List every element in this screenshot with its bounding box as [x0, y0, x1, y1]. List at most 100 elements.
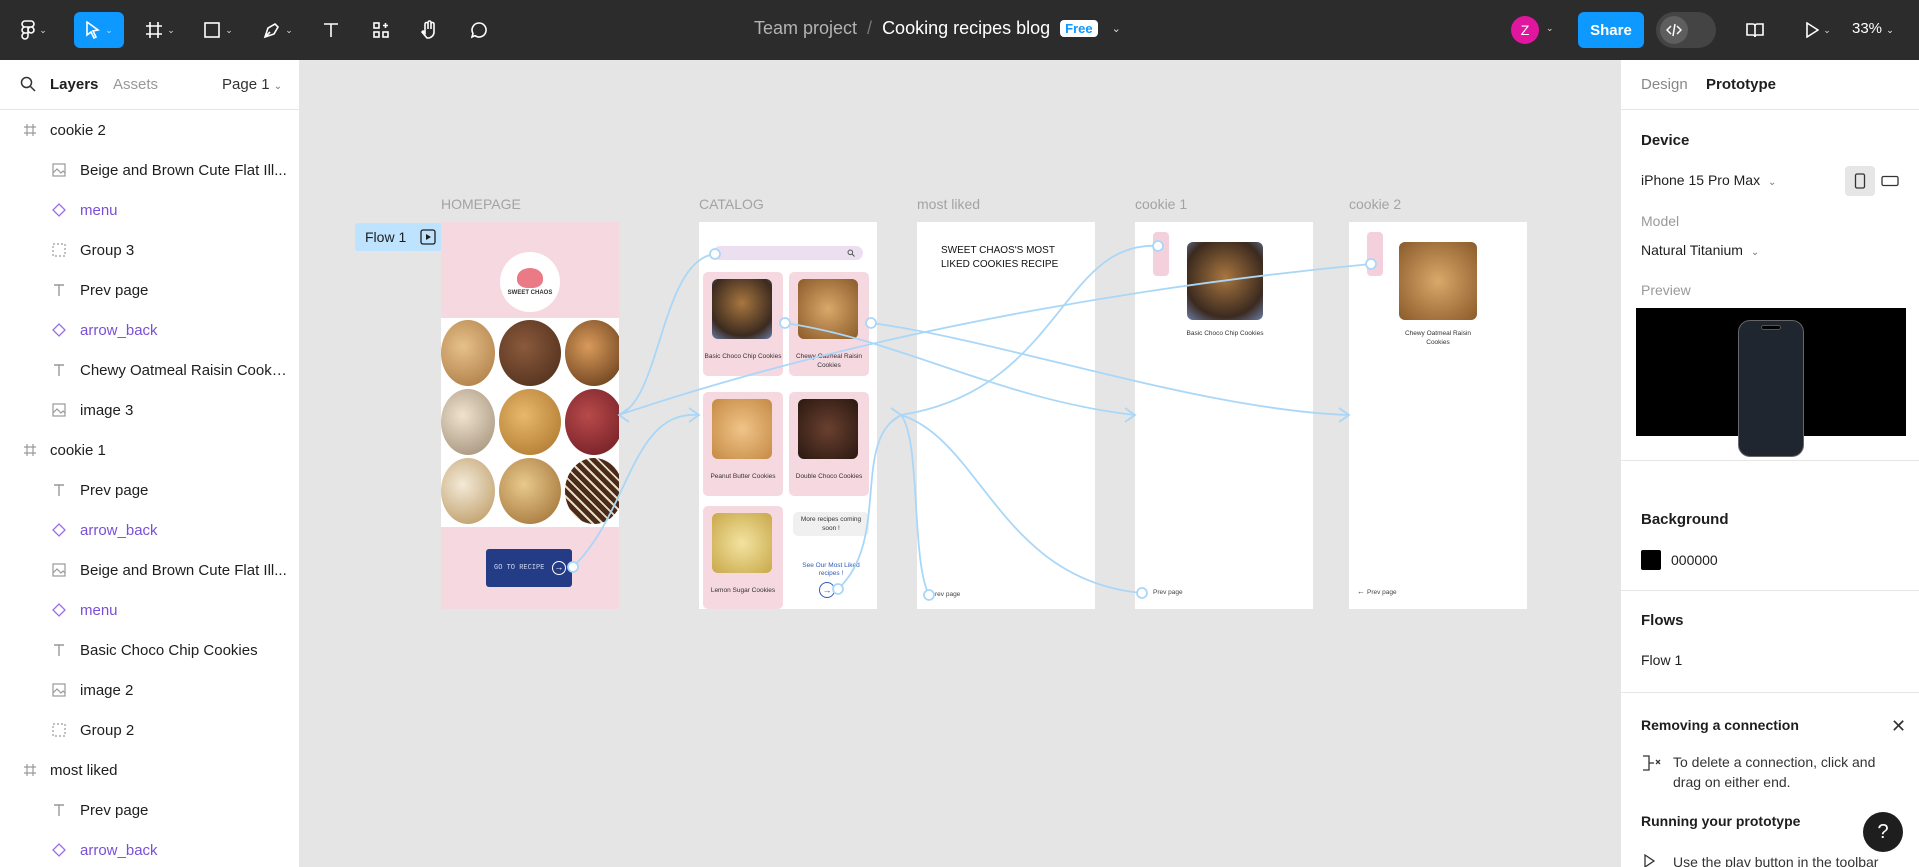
- recipe-card[interactable]: Double Choco Cookies: [789, 392, 869, 496]
- background-heading: Background: [1641, 511, 1729, 528]
- chevron-down-icon: ⌄: [285, 24, 293, 35]
- layer-row[interactable]: arrow_back: [0, 310, 299, 350]
- layer-row[interactable]: Basic Choco Chip Cookies: [0, 630, 299, 670]
- recipe-card[interactable]: Basic Choco Chip Cookies: [703, 272, 783, 376]
- tab-design[interactable]: Design: [1641, 76, 1688, 93]
- background-hex-input[interactable]: 000000: [1671, 552, 1718, 568]
- library-button[interactable]: [1740, 12, 1770, 48]
- layer-row[interactable]: Prev page: [0, 790, 299, 830]
- recipe-photo: [712, 513, 772, 573]
- most-liked-frame[interactable]: SWEET CHAOS'S MOST LIKED COOKIES RECIPE …: [917, 222, 1095, 609]
- recipe-photo: [798, 399, 858, 459]
- recipe-card[interactable]: Chewy Oatmeal Raisin Cookies: [789, 272, 869, 376]
- tab-prototype[interactable]: Prototype: [1706, 76, 1776, 93]
- frame-icon: [22, 122, 38, 138]
- layer-row[interactable]: Prev page: [0, 470, 299, 510]
- prev-page-link[interactable]: rev page: [935, 591, 960, 598]
- catalog-search-bar[interactable]: [713, 246, 863, 260]
- layer-row[interactable]: menu: [0, 590, 299, 630]
- layer-row[interactable]: Group 2: [0, 710, 299, 750]
- layer-label: arrow_back: [80, 841, 158, 859]
- pen-icon: [263, 23, 280, 39]
- cookie-image: [499, 320, 561, 386]
- text-tool-button[interactable]: [316, 12, 346, 48]
- frame-label-cookie-1[interactable]: cookie 1: [1135, 196, 1187, 212]
- catalog-frame[interactable]: Basic Choco Chip Cookies Chewy Oatmeal R…: [699, 222, 877, 609]
- dev-mode-toggle[interactable]: [1656, 12, 1716, 48]
- tab-assets[interactable]: Assets: [113, 76, 158, 93]
- move-tool-button[interactable]: ⌄: [74, 12, 124, 48]
- frame-tool-button[interactable]: ⌄: [140, 12, 180, 48]
- chevron-down-icon: ⌄: [105, 24, 113, 35]
- frame-label-catalog[interactable]: CATALOG: [699, 196, 764, 212]
- main-menu-button[interactable]: ⌄: [14, 12, 54, 48]
- avatar[interactable]: Z: [1511, 16, 1539, 44]
- layer-row[interactable]: Prev page: [0, 270, 299, 310]
- team-name[interactable]: Team project: [754, 18, 857, 39]
- model-value: Natural Titanium: [1641, 242, 1743, 258]
- background-color-swatch[interactable]: [1641, 550, 1661, 570]
- share-button[interactable]: Share: [1578, 12, 1644, 48]
- menu-icon[interactable]: [1153, 232, 1169, 276]
- go-to-recipe-button[interactable]: GO TO RECIPE →: [486, 549, 572, 587]
- canvas[interactable]: Flow 1 HOMEPAGE CATALOG most liked cooki…: [301, 60, 1620, 867]
- page-selector[interactable]: Page 1 ⌄: [222, 76, 282, 93]
- arrow-right-icon[interactable]: →: [819, 582, 835, 598]
- dynamic-island: [1761, 325, 1781, 330]
- chevron-down-icon[interactable]: ⌄: [1546, 23, 1554, 34]
- shape-tool-button[interactable]: ⌄: [198, 12, 238, 48]
- layer-row[interactable]: Beige and Brown Cute Flat Ill...: [0, 150, 299, 190]
- layer-row[interactable]: menu: [0, 190, 299, 230]
- most-liked-link[interactable]: See Our Most Liked recipes !: [799, 562, 863, 578]
- flow-play-icon[interactable]: [420, 229, 436, 248]
- layer-row[interactable]: arrow_back: [0, 830, 299, 867]
- prev-page-link[interactable]: Prev page: [1153, 589, 1183, 596]
- pen-tool-button[interactable]: ⌄: [258, 12, 298, 48]
- cookie-1-frame[interactable]: Basic Choco Chip Cookies Prev page: [1135, 222, 1313, 609]
- tab-layers[interactable]: Layers: [50, 76, 98, 93]
- code-icon: [1660, 16, 1688, 44]
- search-icon[interactable]: [20, 76, 36, 96]
- divider: [1621, 590, 1919, 591]
- layer-row[interactable]: most liked: [0, 750, 299, 790]
- file-menu-chevron-icon[interactable]: ⌄: [1112, 22, 1121, 35]
- layer-row[interactable]: image 3: [0, 390, 299, 430]
- prev-page-link[interactable]: Prev page: [1367, 589, 1397, 596]
- hand-tool-button[interactable]: [414, 12, 444, 48]
- layer-label: most liked: [50, 761, 118, 779]
- recipe-card[interactable]: Peanut Butter Cookies: [703, 392, 783, 496]
- help-button[interactable]: ?: [1863, 812, 1903, 852]
- present-button[interactable]: ⌄: [1798, 12, 1838, 48]
- frame-label-cookie-2[interactable]: cookie 2: [1349, 196, 1401, 212]
- layer-row[interactable]: cookie 1: [0, 430, 299, 470]
- recipe-card[interactable]: Lemon Sugar Cookies: [703, 506, 783, 609]
- portrait-orientation-button[interactable]: [1845, 166, 1875, 196]
- component-icon: [51, 522, 67, 538]
- frame-label-most-liked[interactable]: most liked: [917, 196, 980, 212]
- arrow-back-icon[interactable]: ←: [1357, 587, 1365, 596]
- flow-start-chip[interactable]: Flow 1: [355, 223, 443, 251]
- go-to-recipe-label: GO TO RECIPE: [494, 564, 545, 572]
- cookie-2-frame[interactable]: Chewy Oatmeal Raisin Cookies ← Prev page: [1349, 222, 1527, 609]
- device-select[interactable]: iPhone 15 Pro Max ⌄: [1641, 172, 1776, 188]
- layer-row[interactable]: Chewy Oatmeal Raisin Cookies: [0, 350, 299, 390]
- homepage-frame[interactable]: SWEET CHAOS GO TO RECIPE →: [441, 222, 619, 609]
- layer-row[interactable]: image 2: [0, 670, 299, 710]
- comment-tool-button[interactable]: [464, 12, 494, 48]
- layer-row[interactable]: Beige and Brown Cute Flat Ill...: [0, 550, 299, 590]
- layer-label: Group 2: [80, 721, 135, 739]
- layer-row[interactable]: Group 3: [0, 230, 299, 270]
- close-icon[interactable]: ✕: [1891, 716, 1906, 737]
- menu-icon[interactable]: [1367, 232, 1383, 276]
- zoom-menu[interactable]: 33% ⌄: [1852, 20, 1894, 37]
- layer-row[interactable]: cookie 2: [0, 110, 299, 150]
- component-icon: [51, 842, 67, 858]
- cookie-image: [499, 389, 561, 455]
- file-name[interactable]: Cooking recipes blog: [882, 18, 1050, 39]
- frame-label-homepage[interactable]: HOMEPAGE: [441, 196, 521, 212]
- model-select[interactable]: Natural Titanium ⌄: [1641, 242, 1759, 258]
- landscape-orientation-button[interactable]: [1875, 166, 1905, 196]
- flow-list-item[interactable]: Flow 1: [1641, 652, 1682, 668]
- layer-row[interactable]: arrow_back: [0, 510, 299, 550]
- resources-tool-button[interactable]: [366, 12, 396, 48]
